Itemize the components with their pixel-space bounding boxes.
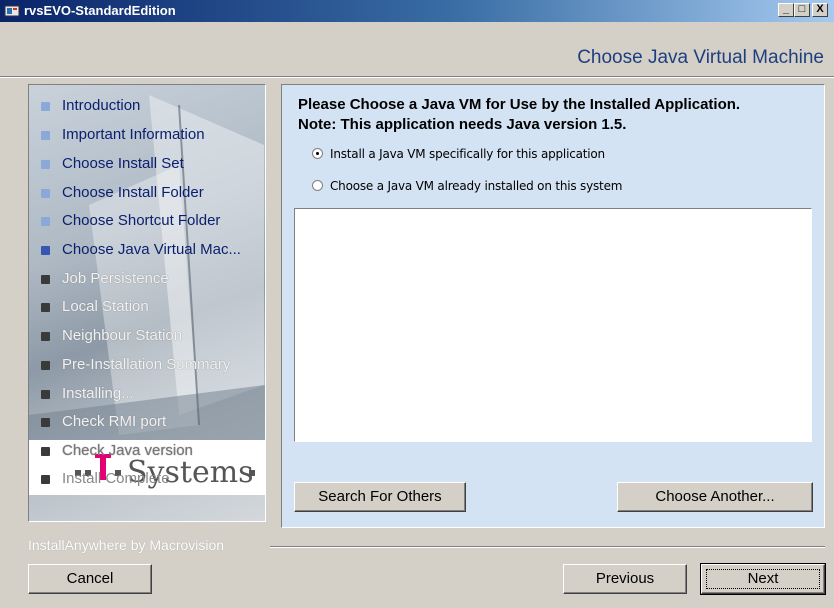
prompt-line-1: Please Choose a Java VM for Use by the I… [298,96,741,113]
step-pending-icon [41,332,50,341]
step-done-icon [41,160,50,169]
previous-button[interactable]: Previous [563,564,687,594]
installer-brand-text: InstallAnywhere by Macrovision [28,537,225,553]
step-label: Neighbour Station [62,327,183,344]
search-for-others-label: Search For Others [318,488,442,505]
next-label: Next [747,570,779,587]
step-label: Choose Java Virtual Mac... [62,241,241,258]
step-label: Job Persistence [62,270,169,287]
window-title-bar[interactable]: rvsEVO-StandardEdition _ □ X [0,0,834,22]
close-icon: X [816,3,824,15]
step-label: Check RMI port [62,413,167,430]
step-label: Check Java version [62,442,193,459]
minimize-icon: _ [782,3,790,15]
step-done-icon [41,131,50,140]
step-done-icon [41,217,50,226]
maximize-icon: □ [798,3,806,15]
step-pending-icon [41,275,50,284]
footer-divider [270,546,825,548]
jvm-selection-panel: Please Choose a Java VM for Use by the I… [281,84,825,528]
close-button[interactable]: X [812,3,828,17]
step-pending-icon [41,447,50,456]
maximize-button[interactable]: □ [794,3,810,17]
step-pending-icon [41,303,50,312]
step-label: Installing... [62,385,134,402]
option-label[interactable]: Install a Java VM specifically for this … [330,147,605,161]
cancel-label: Cancel [66,570,114,587]
step-label: Choose Install Folder [62,184,204,201]
step-label: Local Station [62,298,149,315]
step-pending-icon [41,390,50,399]
step-done-icon [41,189,50,198]
step-current-icon [41,246,50,255]
choose-another-label: Choose Another... [655,488,775,505]
jvm-list-box[interactable] [294,208,812,442]
step-label: Install Complete [62,470,170,487]
step-label: Introduction [62,97,141,114]
page-header: Choose Java Virtual Machine [0,22,834,76]
previous-label: Previous [595,570,655,587]
next-button[interactable]: Next [700,563,826,595]
step-label: Choose Install Set [62,155,184,172]
step-label: Choose Shortcut Folder [62,212,221,229]
step-pending-icon [41,361,50,370]
step-label: Important Information [62,126,205,143]
page-title: Choose Java Virtual Machine [577,47,824,68]
minimize-button[interactable]: _ [778,3,794,17]
step-label: Pre-Installation Summary [62,356,231,373]
steps-sidebar: Systems Introduction Important Informati… [28,84,266,522]
step-done-icon [41,102,50,111]
prompt-line-2: Note: This application needs Java versio… [298,116,627,133]
option-label[interactable]: Choose a Java VM already installed on th… [330,179,622,193]
radio-unselected-icon[interactable] [312,180,323,191]
prompt-text: Please Choose a Java VM for Use by the I… [298,95,740,135]
search-for-others-button[interactable]: Search For Others [294,482,466,512]
choose-another-button[interactable]: Choose Another... [617,482,813,512]
radio-selected-icon[interactable] [312,148,323,159]
cancel-button[interactable]: Cancel [28,564,152,594]
step-pending-icon [41,418,50,427]
installer-app-icon [4,5,20,17]
step-pending-icon [41,475,50,484]
header-divider [0,76,834,78]
window-title: rvsEVO-StandardEdition [24,3,176,18]
